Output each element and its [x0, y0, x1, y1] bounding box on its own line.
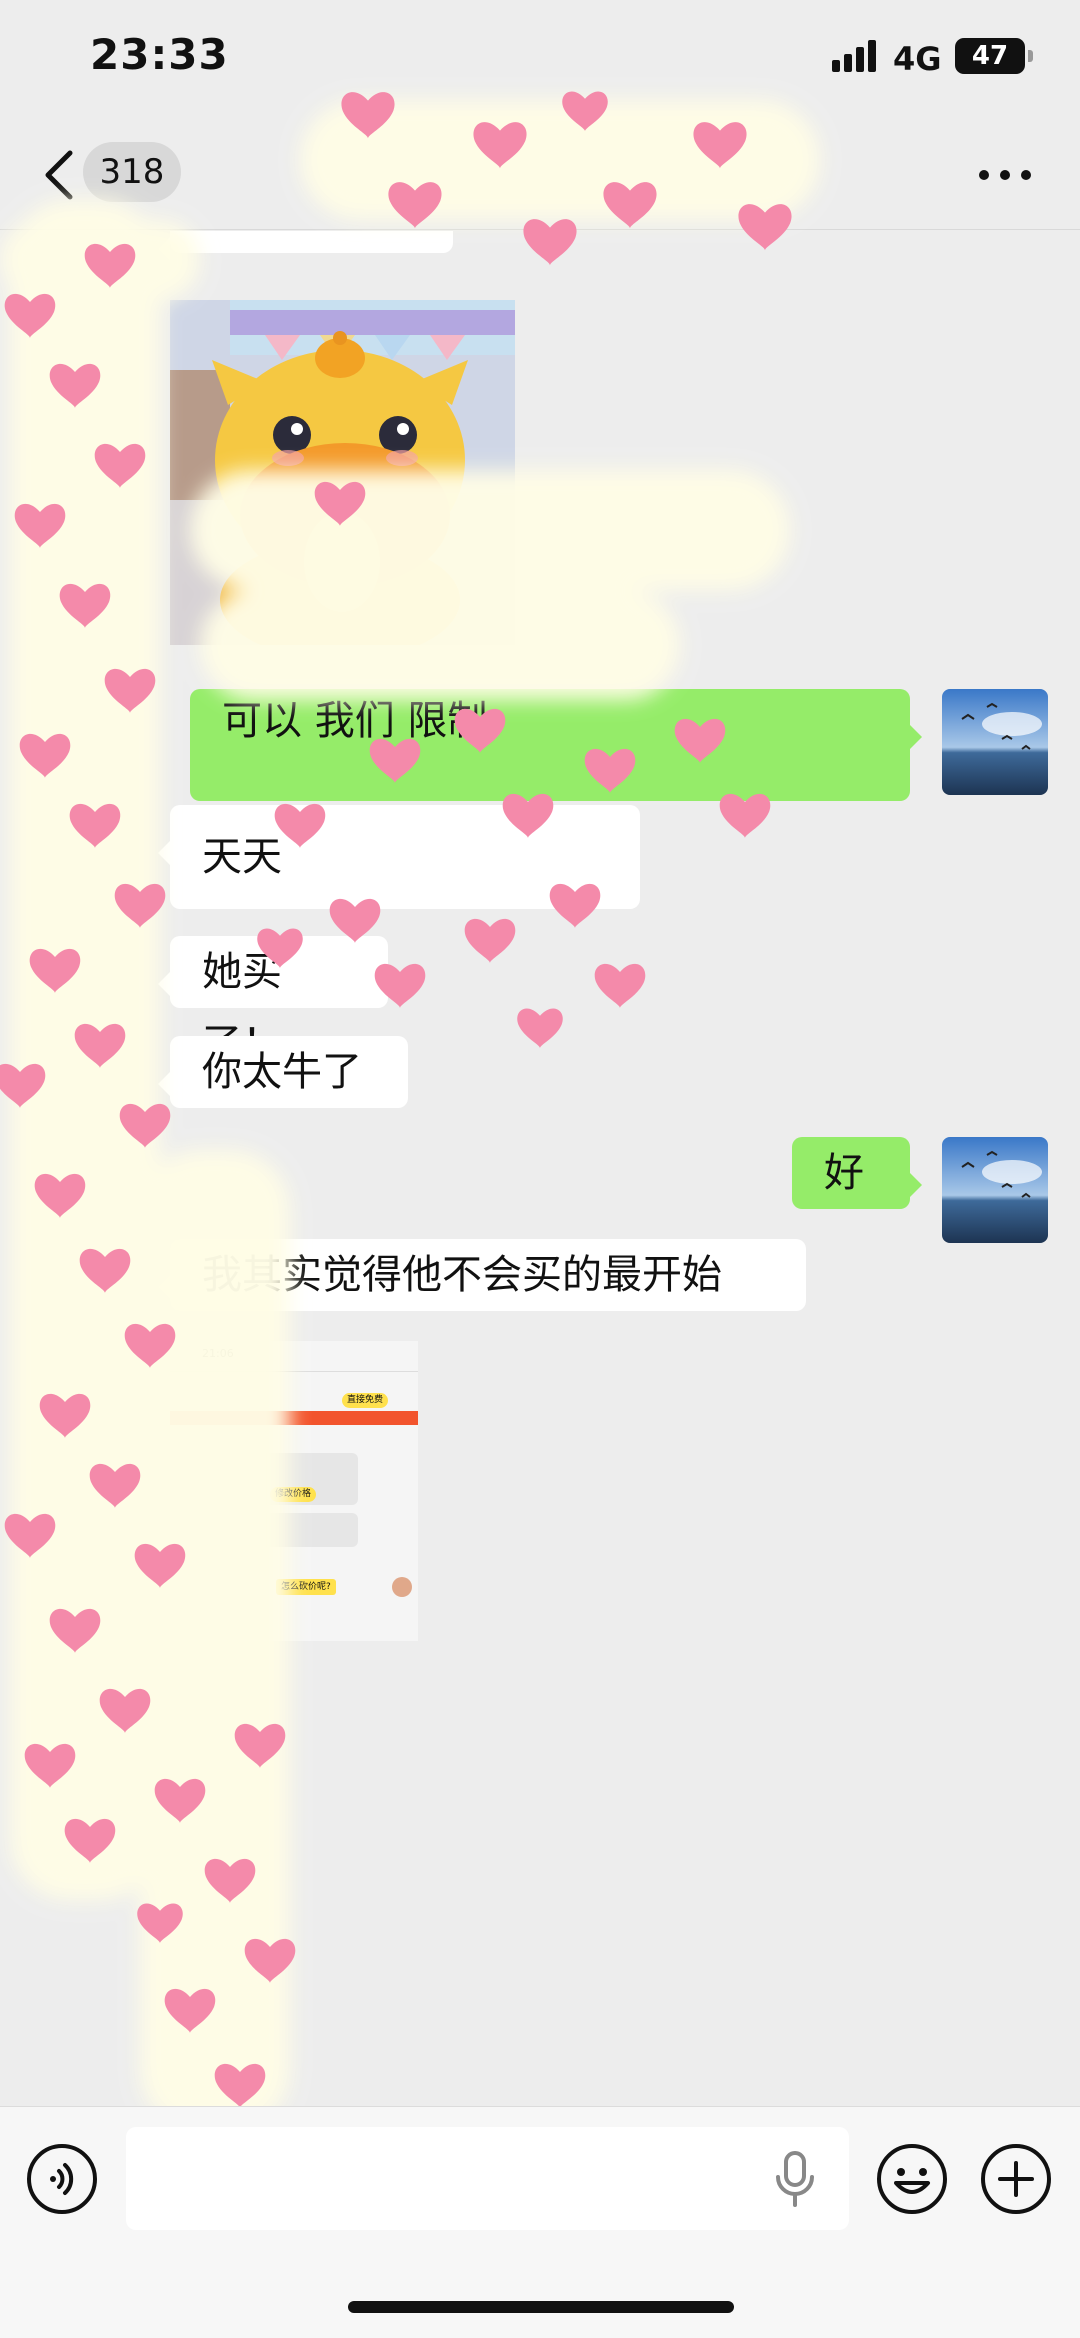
plus-icon[interactable] — [980, 2143, 1052, 2215]
status-time: 23:33 — [90, 30, 229, 79]
message-bubble[interactable] — [158, 231, 453, 261]
my-avatar[interactable] — [942, 1137, 1048, 1243]
screenshot-row-button: 修改价格 — [270, 1487, 317, 1502]
my-avatar[interactable] — [942, 689, 1048, 795]
message-bubble[interactable]: 她买了！ — [158, 936, 388, 1067]
more-dots-icon[interactable] — [975, 160, 1035, 190]
screenshot-ask: 怎么砍价呢? — [276, 1579, 336, 1595]
screenshot-pill: 直接免费 — [342, 1393, 389, 1408]
network-type: 4G — [893, 40, 942, 78]
message-bubble-outgoing[interactable]: 可以 我们 限制 — [190, 689, 922, 801]
home-indicator[interactable] — [348, 2301, 734, 2313]
screenshot-image[interactable]: 21:06 直接免费 修改价格 怎么砍价呢? — [170, 1341, 418, 1641]
emoji-icon[interactable] — [876, 2143, 948, 2215]
status-bar: 23:33 4G 47 — [0, 0, 1080, 120]
voice-icon[interactable] — [26, 2143, 98, 2215]
sticker-image[interactable] — [170, 300, 515, 645]
unread-count-badge[interactable]: 318 — [83, 142, 181, 202]
message-bubble-outgoing[interactable]: 好 — [792, 1137, 922, 1209]
message-input[interactable] — [126, 2127, 849, 2230]
chat-header: 318 — [0, 120, 1080, 230]
battery-icon: 47 — [955, 38, 1033, 74]
message-list[interactable]: 可以 我们 限制 天天 她买了！ 你太牛了 好 我其实觉得他不会买的最开始 — [0, 231, 1080, 2106]
message-bubble[interactable]: 我其实觉得他不会买的最开始 — [158, 1239, 806, 1311]
screenshot-time: 21:06 — [202, 1347, 234, 1360]
microphone-icon[interactable] — [772, 2151, 818, 2209]
message-bubble[interactable]: 你太牛了 — [158, 1036, 408, 1108]
message-bubble[interactable]: 天天 — [158, 805, 640, 909]
cell-signal-icon — [832, 40, 878, 72]
